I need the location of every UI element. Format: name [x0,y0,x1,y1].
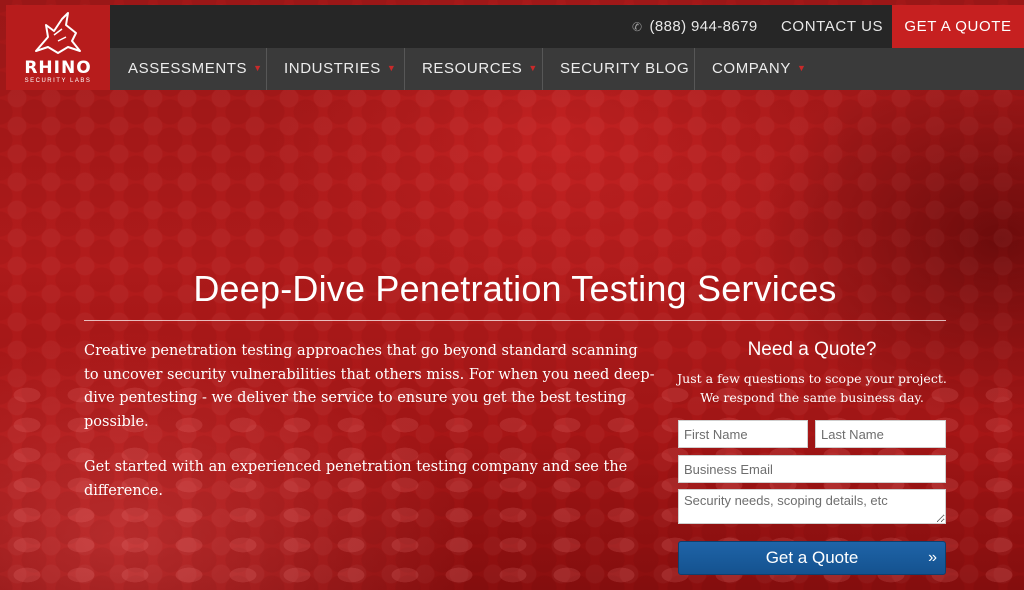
nav-label: COMPANY [712,60,791,77]
chevron-down-icon: ▼ [386,63,397,73]
contact-us-link[interactable]: CONTACT US [781,5,883,48]
phone-icon: ✆ [632,20,643,34]
nav-item-industries[interactable]: INDUSTRIES ▼ [284,48,396,90]
title-divider [84,320,946,321]
nav-divider [266,48,267,90]
cta-paragraph: Get started with an experienced penetrat… [84,459,628,499]
get-a-quote-button[interactable]: GET A QUOTE [892,5,1024,48]
quote-form-title: Need a Quote? [747,339,877,360]
last-name-field[interactable] [815,420,946,448]
quote-form-subtitle: Just a few questions to scope your proje… [677,371,947,405]
nav-item-assessments[interactable]: ASSESSMENTS ▼ [128,48,263,90]
security-needs-field[interactable] [678,489,946,524]
business-email-field[interactable] [678,455,946,483]
nav-label: INDUSTRIES [284,60,381,77]
logo[interactable]: RHINO SECURITY LABS [6,5,111,90]
double-chevron-right-icon: » [928,549,937,566]
chevron-down-icon: ▼ [253,63,263,73]
nav-item-security-blog[interactable]: SECURITY BLOG [560,48,689,90]
nav-item-company[interactable]: COMPANY ▼ [712,48,806,90]
nav-divider [404,48,405,90]
submit-label: Get a Quote [765,548,859,567]
rhino-icon [35,12,81,54]
nav-divider [542,48,543,90]
page-title: Deep-Dive Penetration Testing Services [193,268,837,309]
nav-label: ASSESSMENTS [128,60,248,77]
first-name-field[interactable] [678,420,808,448]
nav-label: SECURITY BLOG [560,60,690,77]
top-bar: ✆ (888) 944-8679 CONTACT US GET A QUOTE [110,5,1024,48]
chevron-down-icon: ▼ [528,63,538,73]
chevron-down-icon: ▼ [796,63,807,73]
logo-wordmark: RHINO [24,58,92,78]
nav-divider [694,48,695,90]
logo-tagline: SECURITY LABS [24,78,92,84]
nav-label: RESOURCES [422,60,523,77]
submit-quote-button[interactable]: Get a Quote » [678,541,946,575]
nav-item-resources[interactable]: RESOURCES ▼ [422,48,538,90]
main-nav: ASSESSMENTS ▼ INDUSTRIES ▼ RESOURCES ▼ SECU… [110,48,1024,90]
phone-number: (888) 944-8679 [649,18,758,35]
phone-link[interactable]: ✆ (888) 944-8679 [632,5,758,48]
intro-paragraph: Creative penetration testing approaches … [84,343,655,430]
